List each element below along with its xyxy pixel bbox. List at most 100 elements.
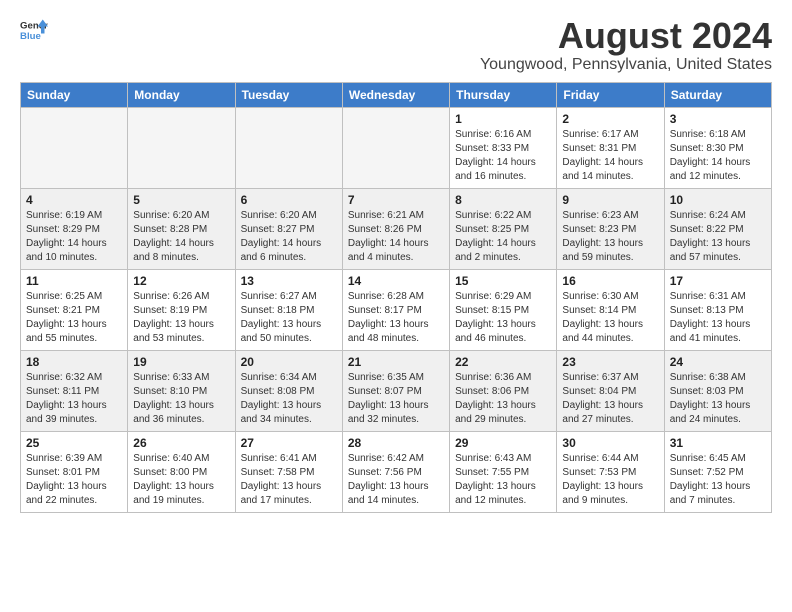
table-row: 6 Sunrise: 6:20 AMSunset: 8:27 PMDaylight…	[235, 188, 342, 269]
day-number: 9	[562, 193, 658, 207]
day-number: 17	[670, 274, 766, 288]
table-row	[21, 107, 128, 188]
day-number: 18	[26, 355, 122, 369]
title-block: August 2024 Youngwood, Pennsylvania, Uni…	[480, 16, 772, 74]
table-row: 1 Sunrise: 6:16 AMSunset: 8:33 PMDaylight…	[450, 107, 557, 188]
month-year-title: August 2024	[480, 16, 772, 56]
table-row: 14 Sunrise: 6:28 AMSunset: 8:17 PMDayligh…	[342, 269, 449, 350]
table-row: 5 Sunrise: 6:20 AMSunset: 8:28 PMDaylight…	[128, 188, 235, 269]
day-number: 12	[133, 274, 229, 288]
day-info: Sunrise: 6:42 AMSunset: 7:56 PMDaylight:…	[348, 452, 444, 508]
day-info: Sunrise: 6:18 AMSunset: 8:30 PMDaylight:…	[670, 128, 766, 184]
day-number: 10	[670, 193, 766, 207]
header-sunday: Sunday	[21, 82, 128, 107]
table-row: 13 Sunrise: 6:27 AMSunset: 8:18 PMDayligh…	[235, 269, 342, 350]
day-number: 26	[133, 436, 229, 450]
logo-icon: General Blue	[20, 16, 48, 44]
day-number: 24	[670, 355, 766, 369]
day-info: Sunrise: 6:21 AMSunset: 8:26 PMDaylight:…	[348, 209, 444, 265]
day-number: 11	[26, 274, 122, 288]
header-saturday: Saturday	[664, 82, 771, 107]
table-row	[342, 107, 449, 188]
table-row: 10 Sunrise: 6:24 AMSunset: 8:22 PMDayligh…	[664, 188, 771, 269]
table-row: 30Sunrise: 6:44 AMSunset: 7:53 PMDayligh…	[557, 431, 664, 512]
day-number: 28	[348, 436, 444, 450]
day-number: 31	[670, 436, 766, 450]
day-info: Sunrise: 6:17 AMSunset: 8:31 PMDaylight:…	[562, 128, 658, 184]
day-number: 25	[26, 436, 122, 450]
day-info: Sunrise: 6:34 AMSunset: 8:08 PMDaylight:…	[241, 371, 337, 427]
day-info: Sunrise: 6:40 AMSunset: 8:00 PMDaylight:…	[133, 452, 229, 508]
table-row: 17 Sunrise: 6:31 AMSunset: 8:13 PMDayligh…	[664, 269, 771, 350]
day-info: Sunrise: 6:24 AMSunset: 8:22 PMDaylight:…	[670, 209, 766, 265]
weekday-header-row: Sunday Monday Tuesday Wednesday Thursday…	[21, 82, 772, 107]
day-info: Sunrise: 6:43 AMSunset: 7:55 PMDaylight:…	[455, 452, 551, 508]
table-row: 19 Sunrise: 6:33 AMSunset: 8:10 PMDayligh…	[128, 350, 235, 431]
table-row: 25Sunrise: 6:39 AMSunset: 8:01 PMDayligh…	[21, 431, 128, 512]
table-row: 2 Sunrise: 6:17 AMSunset: 8:31 PMDaylight…	[557, 107, 664, 188]
day-number: 30	[562, 436, 658, 450]
day-number: 7	[348, 193, 444, 207]
day-number: 27	[241, 436, 337, 450]
day-number: 4	[26, 193, 122, 207]
table-row: 31 Sunrise: 6:45 AMSunset: 7:52 PMDayligh…	[664, 431, 771, 512]
day-info: Sunrise: 6:19 AMSunset: 8:29 PMDaylight:…	[26, 209, 122, 265]
day-number: 20	[241, 355, 337, 369]
day-number: 29	[455, 436, 551, 450]
day-number: 22	[455, 355, 551, 369]
day-number: 16	[562, 274, 658, 288]
table-row: 21 Sunrise: 6:35 AMSunset: 8:07 PMDayligh…	[342, 350, 449, 431]
table-row: 8Sunrise: 6:22 AMSunset: 8:25 PMDaylight…	[450, 188, 557, 269]
day-number: 5	[133, 193, 229, 207]
logo: General Blue	[20, 16, 48, 44]
table-row: 16 Sunrise: 6:30 AMSunset: 8:14 PMDayligh…	[557, 269, 664, 350]
table-row: 18 Sunrise: 6:32 AMSunset: 8:11 PMDayligh…	[21, 350, 128, 431]
day-info: Sunrise: 6:30 AMSunset: 8:14 PMDaylight:…	[562, 290, 658, 346]
table-row: 3Sunrise: 6:18 AMSunset: 8:30 PMDaylight…	[664, 107, 771, 188]
day-info: Sunrise: 6:27 AMSunset: 8:18 PMDaylight:…	[241, 290, 337, 346]
table-row: 26 Sunrise: 6:40 AMSunset: 8:00 PMDayligh…	[128, 431, 235, 512]
day-info: Sunrise: 6:32 AMSunset: 8:11 PMDaylight:…	[26, 371, 122, 427]
day-info: Sunrise: 6:41 AMSunset: 7:58 PMDaylight:…	[241, 452, 337, 508]
table-row: 7 Sunrise: 6:21 AMSunset: 8:26 PMDaylight…	[342, 188, 449, 269]
week-row-2: 4 Sunrise: 6:19 AMSunset: 8:29 PMDaylight…	[21, 188, 772, 269]
header-wednesday: Wednesday	[342, 82, 449, 107]
day-number: 14	[348, 274, 444, 288]
day-info: Sunrise: 6:26 AMSunset: 8:19 PMDaylight:…	[133, 290, 229, 346]
header-tuesday: Tuesday	[235, 82, 342, 107]
table-row: 12 Sunrise: 6:26 AMSunset: 8:19 PMDayligh…	[128, 269, 235, 350]
day-info: Sunrise: 6:37 AMSunset: 8:04 PMDaylight:…	[562, 371, 658, 427]
day-number: 6	[241, 193, 337, 207]
day-number: 1	[455, 112, 551, 126]
table-row: 29 Sunrise: 6:43 AMSunset: 7:55 PMDayligh…	[450, 431, 557, 512]
day-number: 21	[348, 355, 444, 369]
day-info: Sunrise: 6:22 AMSunset: 8:25 PMDaylight:…	[455, 209, 551, 265]
day-info: Sunrise: 6:35 AMSunset: 8:07 PMDaylight:…	[348, 371, 444, 427]
day-info: Sunrise: 6:16 AMSunset: 8:33 PMDaylight:…	[455, 128, 551, 184]
table-row: 23Sunrise: 6:37 AMSunset: 8:04 PMDayligh…	[557, 350, 664, 431]
day-info: Sunrise: 6:45 AMSunset: 7:52 PMDaylight:…	[670, 452, 766, 508]
day-info: Sunrise: 6:36 AMSunset: 8:06 PMDaylight:…	[455, 371, 551, 427]
day-number: 13	[241, 274, 337, 288]
week-row-3: 11 Sunrise: 6:25 AMSunset: 8:21 PMDayligh…	[21, 269, 772, 350]
day-info: Sunrise: 6:23 AMSunset: 8:23 PMDaylight:…	[562, 209, 658, 265]
table-row: 27 Sunrise: 6:41 AMSunset: 7:58 PMDayligh…	[235, 431, 342, 512]
day-info: Sunrise: 6:33 AMSunset: 8:10 PMDaylight:…	[133, 371, 229, 427]
week-row-1: 1 Sunrise: 6:16 AMSunset: 8:33 PMDaylight…	[21, 107, 772, 188]
day-info: Sunrise: 6:31 AMSunset: 8:13 PMDaylight:…	[670, 290, 766, 346]
day-number: 19	[133, 355, 229, 369]
day-number: 2	[562, 112, 658, 126]
table-row	[128, 107, 235, 188]
week-row-5: 25Sunrise: 6:39 AMSunset: 8:01 PMDayligh…	[21, 431, 772, 512]
calendar-table: Sunday Monday Tuesday Wednesday Thursday…	[20, 82, 772, 513]
day-info: Sunrise: 6:20 AMSunset: 8:28 PMDaylight:…	[133, 209, 229, 265]
day-info: Sunrise: 6:28 AMSunset: 8:17 PMDaylight:…	[348, 290, 444, 346]
table-row: 20 Sunrise: 6:34 AMSunset: 8:08 PMDayligh…	[235, 350, 342, 431]
header-friday: Friday	[557, 82, 664, 107]
header-monday: Monday	[128, 82, 235, 107]
table-row: 9 Sunrise: 6:23 AMSunset: 8:23 PMDaylight…	[557, 188, 664, 269]
day-info: Sunrise: 6:20 AMSunset: 8:27 PMDaylight:…	[241, 209, 337, 265]
table-row: 22 Sunrise: 6:36 AMSunset: 8:06 PMDayligh…	[450, 350, 557, 431]
day-info: Sunrise: 6:29 AMSunset: 8:15 PMDaylight:…	[455, 290, 551, 346]
day-info: Sunrise: 6:25 AMSunset: 8:21 PMDaylight:…	[26, 290, 122, 346]
